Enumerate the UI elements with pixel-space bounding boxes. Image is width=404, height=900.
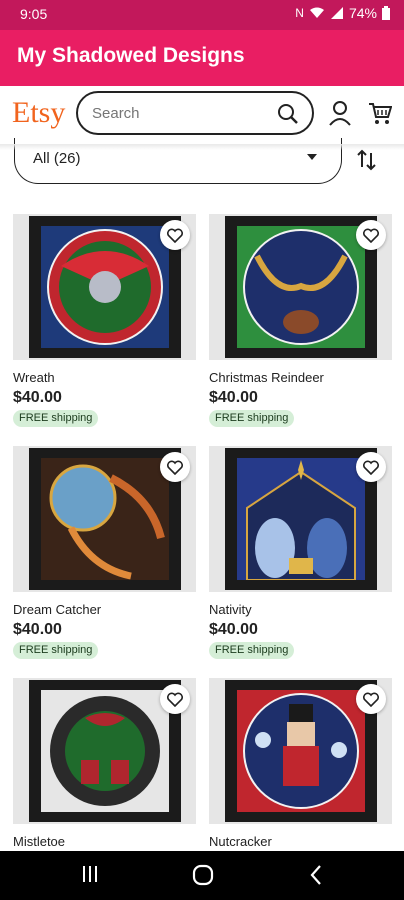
sort-icon[interactable] xyxy=(356,148,378,172)
search-icon[interactable] xyxy=(276,102,300,126)
heart-icon xyxy=(363,228,379,243)
favorite-button[interactable] xyxy=(356,220,386,250)
account-icon[interactable] xyxy=(328,100,352,126)
status-icons: N 74% xyxy=(295,5,390,21)
product-price: $40.00 xyxy=(13,389,62,406)
heart-icon xyxy=(363,460,379,475)
search-row: Etsy Search xyxy=(0,86,404,144)
product-price: $40.00 xyxy=(13,621,62,638)
mistletoe-artwork xyxy=(41,690,169,812)
product-image[interactable] xyxy=(13,214,196,360)
nutcracker-artwork xyxy=(237,690,365,812)
search-input[interactable]: Search xyxy=(76,91,314,135)
heart-icon xyxy=(167,228,183,243)
product-grid: Wreath $40.00 FREE shipping Christmas Re… xyxy=(13,214,393,854)
favorite-button[interactable] xyxy=(160,220,190,250)
home-icon[interactable] xyxy=(192,864,214,886)
battery-icon xyxy=(382,6,390,20)
free-shipping-badge: FREE shipping xyxy=(13,642,99,659)
free-shipping-badge: FREE shipping xyxy=(13,410,99,427)
free-shipping-badge: FREE shipping xyxy=(209,410,295,427)
product-name[interactable]: Christmas Reindeer xyxy=(209,370,324,385)
product-card[interactable]: Mistletoe xyxy=(13,678,196,854)
product-card[interactable]: Dream Catcher $40.00 FREE shipping xyxy=(13,446,196,671)
header-shadow xyxy=(0,144,404,150)
nfc-icon: N xyxy=(295,6,304,20)
shop-title: My Shadowed Designs xyxy=(17,44,245,67)
product-image[interactable] xyxy=(209,678,392,824)
favorite-button[interactable] xyxy=(356,684,386,714)
product-card[interactable]: Christmas Reindeer $40.00 FREE shipping xyxy=(209,214,392,439)
favorite-button[interactable] xyxy=(160,684,190,714)
favorite-button[interactable] xyxy=(160,452,190,482)
status-bar: 9:05 N 74% xyxy=(0,0,404,30)
product-card[interactable]: Wreath $40.00 FREE shipping xyxy=(13,214,196,439)
product-card[interactable]: Nativity $40.00 FREE shipping xyxy=(209,446,392,671)
nativity-artwork xyxy=(237,458,365,580)
system-nav-bar xyxy=(0,851,404,900)
heart-icon xyxy=(167,692,183,707)
product-name[interactable]: Mistletoe xyxy=(13,834,65,849)
status-time: 9:05 xyxy=(20,6,48,22)
filter-label: All (26) xyxy=(33,150,81,167)
app-bar: My Shadowed Designs xyxy=(0,30,404,86)
product-name[interactable]: Nutcracker xyxy=(209,834,272,849)
product-name[interactable]: Dream Catcher xyxy=(13,602,101,617)
product-price: $40.00 xyxy=(209,621,258,638)
wifi-icon xyxy=(309,7,324,18)
reindeer-artwork xyxy=(237,226,365,348)
heart-icon xyxy=(167,460,183,475)
product-name[interactable]: Nativity xyxy=(209,602,252,617)
product-name[interactable]: Wreath xyxy=(13,370,55,385)
signal-icon xyxy=(330,7,343,19)
product-image[interactable] xyxy=(209,446,392,592)
recent-apps-icon[interactable] xyxy=(81,864,99,884)
product-image[interactable] xyxy=(209,214,392,360)
search-placeholder: Search xyxy=(92,105,140,122)
free-shipping-badge: FREE shipping xyxy=(209,642,295,659)
dream-catcher-artwork xyxy=(41,458,169,580)
back-icon[interactable] xyxy=(309,864,323,886)
battery-text: 74% xyxy=(348,5,377,21)
cart-icon[interactable] xyxy=(368,100,392,126)
heart-icon xyxy=(363,692,379,707)
etsy-logo[interactable]: Etsy xyxy=(12,96,65,130)
filter-row: All (26) xyxy=(0,138,404,188)
wreath-artwork xyxy=(41,226,169,348)
product-image[interactable] xyxy=(13,446,196,592)
chevron-down-icon xyxy=(307,154,317,160)
favorite-button[interactable] xyxy=(356,452,386,482)
product-image[interactable] xyxy=(13,678,196,824)
product-card[interactable]: Nutcracker xyxy=(209,678,392,854)
product-price: $40.00 xyxy=(209,389,258,406)
